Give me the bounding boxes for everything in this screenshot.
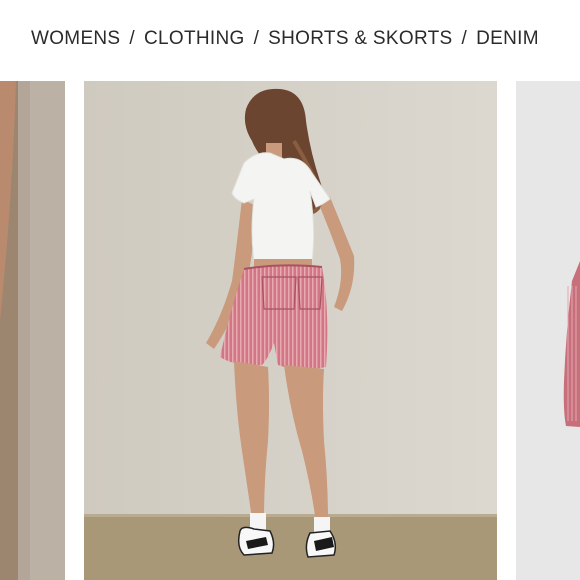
breadcrumb-item-clothing[interactable]: CLOTHING <box>144 28 245 50</box>
product-image-main[interactable] <box>84 81 497 580</box>
previous-image-photo <box>0 81 65 580</box>
next-image-photo <box>516 81 580 580</box>
breadcrumb-item-shorts-skorts[interactable]: SHORTS & SKORTS <box>268 28 452 50</box>
breadcrumb-separator: / <box>461 28 468 49</box>
breadcrumb-separator: / <box>253 28 260 49</box>
product-image-gallery[interactable] <box>0 81 580 580</box>
breadcrumb: WOMENS / CLOTHING / SHORTS & SKORTS / DE… <box>31 27 539 51</box>
model-wearing-pink-denim-shorts <box>84 81 497 580</box>
product-image-next[interactable] <box>516 81 580 580</box>
breadcrumb-item-womens[interactable]: WOMENS <box>31 28 120 50</box>
breadcrumb-item-denim[interactable]: DENIM <box>476 28 539 50</box>
breadcrumb-separator: / <box>129 28 135 49</box>
product-image-previous[interactable] <box>0 81 65 580</box>
